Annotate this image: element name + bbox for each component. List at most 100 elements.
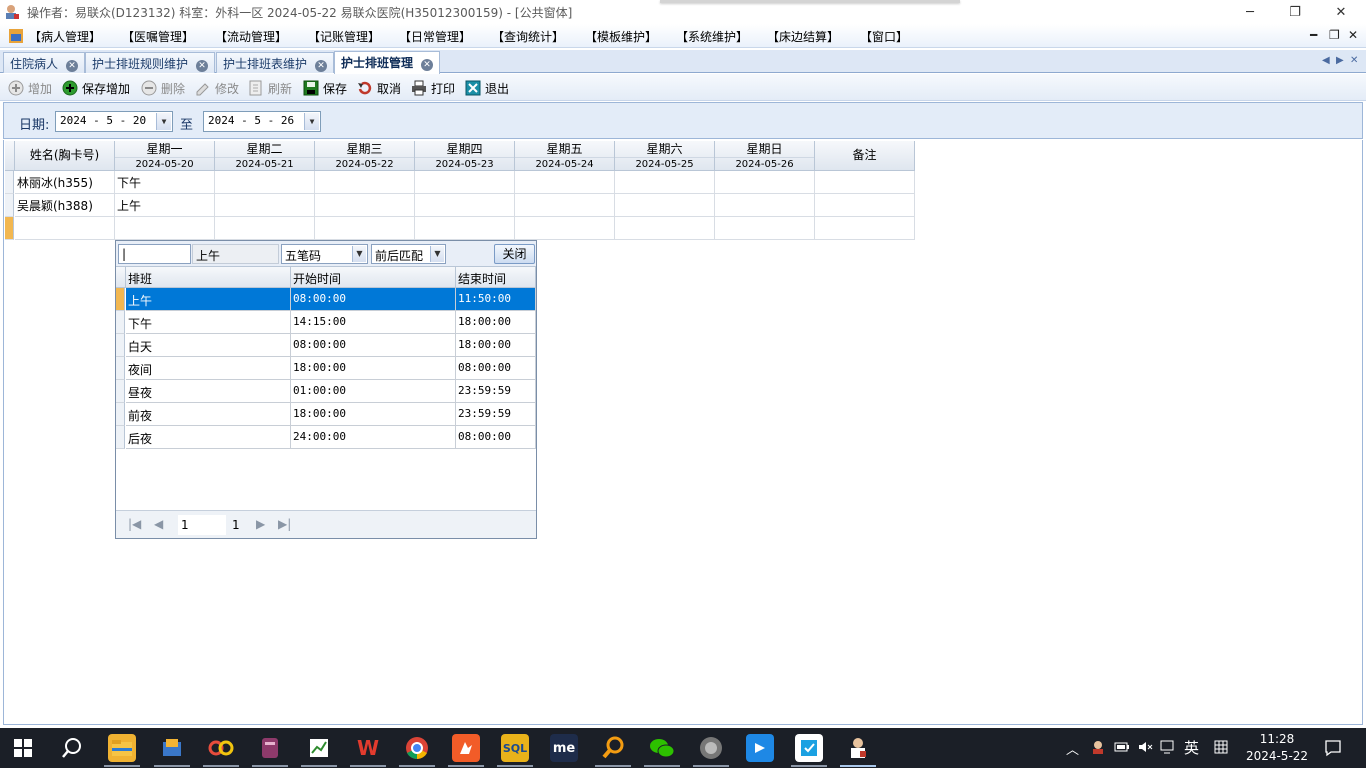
column-header-day[interactable]: 星期一 2024-05-20 bbox=[115, 141, 215, 171]
cell-shift-name[interactable]: 前夜 bbox=[126, 403, 291, 426]
column-header-day[interactable]: 星期日 2024-05-26 bbox=[715, 141, 815, 171]
cell-shift[interactable] bbox=[315, 171, 415, 194]
volume-muted-icon[interactable] bbox=[1137, 739, 1153, 759]
tab-scroll-left-icon[interactable]: ◀ bbox=[1322, 55, 1330, 66]
row-selector[interactable] bbox=[116, 311, 125, 334]
tab-nurse-shift-table[interactable]: 护士排班表维护 ✕ bbox=[216, 52, 335, 73]
tab-close-all-icon[interactable]: ✕ bbox=[1350, 55, 1358, 66]
cell-shift[interactable] bbox=[215, 171, 315, 194]
tab-close-icon[interactable]: ✕ bbox=[315, 60, 328, 72]
last-page-icon[interactable]: ▶| bbox=[278, 517, 291, 531]
cell-shift[interactable] bbox=[415, 194, 515, 217]
menu-daily-management[interactable]: 【日常管理】 bbox=[399, 28, 471, 45]
menu-patient-management[interactable]: 【病人管理】 bbox=[29, 28, 101, 45]
cell-end-time[interactable]: 23:59:59 bbox=[456, 380, 536, 403]
refresh-button[interactable]: 刷新 bbox=[248, 79, 292, 97]
battery-icon[interactable] bbox=[1114, 739, 1130, 759]
cell-shift[interactable] bbox=[215, 217, 315, 240]
app-icon[interactable] bbox=[844, 734, 872, 762]
menu-billing-management[interactable]: 【记账管理】 bbox=[308, 28, 380, 45]
edit-button[interactable]: 修改 bbox=[195, 79, 239, 97]
cell-shift[interactable] bbox=[515, 217, 615, 240]
column-header-day[interactable]: 星期二 2024-05-21 bbox=[215, 141, 315, 171]
column-header-day[interactable]: 星期四 2024-05-23 bbox=[415, 141, 515, 171]
menu-bedside-settlement[interactable]: 【床边结算】 bbox=[767, 28, 839, 45]
column-header-note[interactable]: 备注 bbox=[815, 141, 915, 171]
cell-shift-name[interactable]: 夜间 bbox=[126, 357, 291, 380]
cell-end-time[interactable]: 18:00:00 bbox=[456, 311, 536, 334]
app-icon[interactable] bbox=[256, 734, 284, 762]
mdi-close-button[interactable]: ✕ bbox=[1348, 28, 1358, 42]
cell-shift[interactable] bbox=[615, 171, 715, 194]
menu-system-maintenance[interactable]: 【系统维护】 bbox=[676, 28, 748, 45]
column-header-name[interactable]: 姓名(胸卡号) bbox=[15, 141, 115, 171]
column-header-start-time[interactable]: 开始时间 bbox=[291, 267, 456, 288]
cell-shift-name[interactable]: 后夜 bbox=[126, 426, 291, 449]
row-selector[interactable] bbox=[116, 334, 125, 357]
tab-scroll-right-icon[interactable]: ▶ bbox=[1336, 55, 1344, 66]
delete-button[interactable]: 删除 bbox=[141, 79, 185, 97]
mdi-window-icon[interactable] bbox=[9, 29, 23, 43]
column-header-day[interactable]: 星期五 2024-05-24 bbox=[515, 141, 615, 171]
cell-start-time[interactable]: 08:00:00 bbox=[291, 288, 456, 311]
chevron-down-icon[interactable]: ▼ bbox=[352, 246, 366, 262]
exit-button[interactable]: 退出 bbox=[465, 79, 509, 97]
cell-shift[interactable] bbox=[515, 171, 615, 194]
cell-nurse-name[interactable]: 吴晨颖(h388) bbox=[15, 194, 115, 217]
ime-mode-icon[interactable] bbox=[1213, 739, 1229, 759]
cell-start-time[interactable]: 01:00:00 bbox=[291, 380, 456, 403]
column-header-day[interactable]: 星期三 2024-05-22 bbox=[315, 141, 415, 171]
cell-note[interactable] bbox=[815, 171, 915, 194]
save-button[interactable]: 保存 bbox=[303, 79, 347, 97]
save-add-button[interactable]: 保存增加 bbox=[62, 79, 130, 97]
row-selector[interactable] bbox=[116, 426, 125, 449]
magnifier-app-icon[interactable] bbox=[599, 734, 627, 762]
cell-shift[interactable] bbox=[615, 194, 715, 217]
app-icon[interactable] bbox=[305, 734, 333, 762]
app-icon[interactable] bbox=[697, 734, 725, 762]
windows-start-icon[interactable] bbox=[9, 734, 37, 762]
mdi-restore-button[interactable]: ❐ bbox=[1329, 28, 1340, 42]
restore-button[interactable]: ❐ bbox=[1272, 0, 1318, 24]
wechat-icon[interactable] bbox=[648, 734, 676, 762]
row-selector[interactable] bbox=[116, 380, 125, 403]
cancel-button[interactable]: 取消 bbox=[357, 79, 401, 97]
cell-end-time[interactable]: 11:50:00 bbox=[456, 288, 536, 311]
cell-shift[interactable] bbox=[215, 194, 315, 217]
cell-end-time[interactable]: 08:00:00 bbox=[456, 357, 536, 380]
wps-icon[interactable]: W bbox=[354, 734, 382, 762]
network-icon[interactable] bbox=[1160, 739, 1176, 759]
cell-shift[interactable] bbox=[415, 217, 515, 240]
cell-shift[interactable] bbox=[715, 171, 815, 194]
cell-shift[interactable]: 上午 bbox=[115, 194, 215, 217]
match-mode-select[interactable]: 前后匹配 ▼ bbox=[371, 244, 446, 264]
previous-page-icon[interactable]: ◀ bbox=[154, 517, 163, 531]
tab-nurse-shift-management[interactable]: 护士排班管理 ✕ bbox=[334, 51, 441, 74]
tray-app-icon[interactable] bbox=[1090, 739, 1106, 759]
row-selector[interactable] bbox=[5, 194, 14, 217]
column-header-shift[interactable]: 排班 bbox=[126, 267, 291, 288]
date-to-picker[interactable]: 2024 - 5 - 26 ▼ bbox=[203, 111, 321, 132]
cell-shift-name[interactable]: 白天 bbox=[126, 334, 291, 357]
row-selector[interactable] bbox=[116, 403, 125, 426]
row-selector[interactable] bbox=[5, 171, 14, 194]
cell-note[interactable] bbox=[815, 217, 915, 240]
cell-shift[interactable]: 下午 bbox=[115, 171, 215, 194]
input-method-select[interactable]: 五笔码 ▼ bbox=[281, 244, 368, 264]
chrome-icon[interactable] bbox=[403, 734, 431, 762]
close-button[interactable]: ✕ bbox=[1318, 0, 1364, 24]
menu-window[interactable]: 【窗口】 bbox=[860, 28, 908, 45]
tab-inpatients[interactable]: 住院病人 ✕ bbox=[3, 52, 86, 73]
column-header-end-time[interactable]: 结束时间 bbox=[456, 267, 536, 288]
tab-close-icon[interactable]: ✕ bbox=[66, 60, 79, 72]
cell-shift-name[interactable]: 昼夜 bbox=[126, 380, 291, 403]
app-icon[interactable] bbox=[795, 734, 823, 762]
cell-start-time[interactable]: 24:00:00 bbox=[291, 426, 456, 449]
cell-shift[interactable] bbox=[115, 217, 215, 240]
add-button[interactable]: 增加 bbox=[8, 79, 52, 97]
cell-shift-name[interactable]: 下午 bbox=[126, 311, 291, 334]
next-page-icon[interactable]: ▶ bbox=[256, 517, 265, 531]
column-header-day[interactable]: 星期六 2024-05-25 bbox=[615, 141, 715, 171]
app-icon[interactable] bbox=[746, 734, 774, 762]
cell-shift[interactable] bbox=[415, 171, 515, 194]
